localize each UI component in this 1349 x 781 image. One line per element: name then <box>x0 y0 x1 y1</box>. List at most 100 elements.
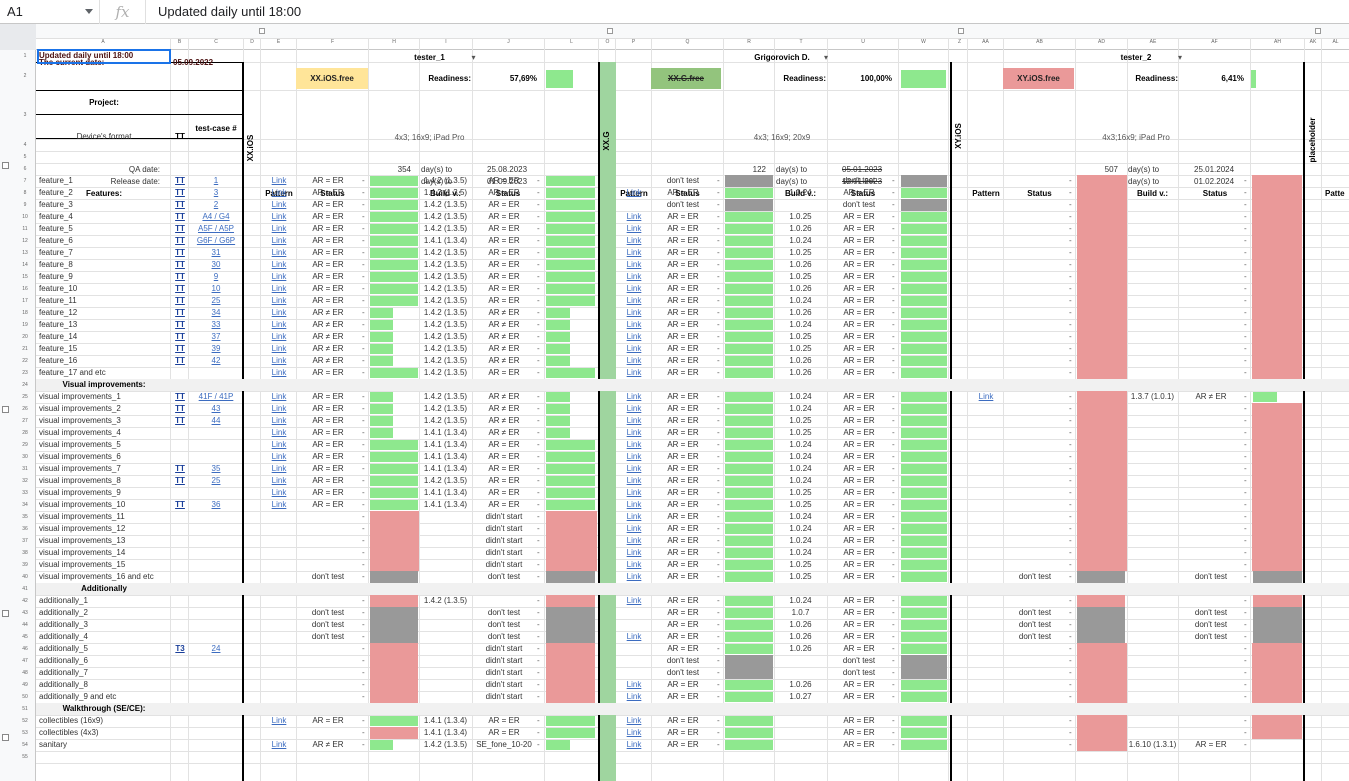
row-number[interactable]: 52 <box>14 715 36 727</box>
status-dropdown-icon[interactable]: - <box>1069 476 1075 486</box>
testcase-link[interactable]: 9 <box>189 271 243 283</box>
pattern-link[interactable]: Link <box>616 247 652 259</box>
pattern-link[interactable]: Link <box>616 679 652 691</box>
status-dropdown-icon[interactable]: - <box>717 308 723 318</box>
status2-dropdown-icon[interactable]: - <box>1244 596 1250 606</box>
column-header-AK[interactable]: AK <box>1305 38 1321 47</box>
status2-dropdown-icon[interactable]: - <box>537 356 543 366</box>
row-number[interactable]: 46 <box>14 643 36 655</box>
pattern-link[interactable]: Link <box>261 499 297 511</box>
status-dropdown-icon[interactable]: - <box>362 200 368 210</box>
status2-dropdown-icon[interactable]: - <box>892 284 898 294</box>
testcase-link[interactable]: 30 <box>189 259 243 271</box>
status2-dropdown-icon[interactable]: - <box>1244 212 1250 222</box>
row-number[interactable]: 8 <box>14 187 36 199</box>
status-dropdown-icon[interactable]: - <box>1069 296 1075 306</box>
pattern-link[interactable]: Link <box>616 559 652 571</box>
status-dropdown-icon[interactable]: - <box>362 440 368 450</box>
status2-dropdown-icon[interactable]: - <box>1244 248 1250 258</box>
status2-dropdown-icon[interactable]: - <box>892 476 898 486</box>
status-dropdown-icon[interactable]: - <box>362 248 368 258</box>
status-dropdown-icon[interactable]: - <box>1069 308 1075 318</box>
row-number[interactable]: 37 <box>14 535 36 547</box>
pattern-link[interactable]: Link <box>261 259 297 271</box>
status2-dropdown-icon[interactable]: - <box>537 536 543 546</box>
status2-dropdown-icon[interactable]: - <box>1244 320 1250 330</box>
status2-dropdown-icon[interactable]: - <box>892 272 898 282</box>
pattern-link[interactable]: Link <box>616 463 652 475</box>
row-number[interactable]: 36 <box>14 523 36 535</box>
status-dropdown-icon[interactable]: - <box>1069 692 1075 702</box>
status-dropdown-icon[interactable]: - <box>362 596 368 606</box>
tt-link[interactable]: TT <box>171 463 189 475</box>
pattern-link[interactable]: Link <box>261 271 297 283</box>
status2-dropdown-icon[interactable]: - <box>537 224 543 234</box>
chevron-down-icon[interactable] <box>85 8 93 14</box>
testcase-link[interactable]: 41F / 41P <box>189 391 243 403</box>
status-dropdown-icon[interactable]: - <box>717 344 723 354</box>
pattern-link[interactable]: Link <box>616 259 652 271</box>
status-dropdown-icon[interactable]: - <box>1069 200 1075 210</box>
pattern-link[interactable]: Link <box>261 223 297 235</box>
status-dropdown-icon[interactable]: - <box>717 272 723 282</box>
pattern-link[interactable]: Link <box>261 211 297 223</box>
row-number[interactable]: 25 <box>14 391 36 403</box>
status2-dropdown-icon[interactable]: - <box>537 188 543 198</box>
status2-dropdown-icon[interactable]: - <box>537 680 543 690</box>
status2-dropdown-icon[interactable]: - <box>1244 656 1250 666</box>
status-dropdown-icon[interactable]: - <box>717 260 723 270</box>
status-dropdown-icon[interactable]: - <box>362 344 368 354</box>
status-dropdown-icon[interactable]: - <box>1069 236 1075 246</box>
status2-dropdown-icon[interactable]: - <box>892 176 898 186</box>
status-dropdown-icon[interactable]: - <box>1069 344 1075 354</box>
status2-dropdown-icon[interactable]: - <box>1244 728 1250 738</box>
pattern-link[interactable]: Link <box>261 355 297 367</box>
pattern-link[interactable]: Link <box>261 451 297 463</box>
pattern-link[interactable]: Link <box>616 367 652 379</box>
status2-dropdown-icon[interactable]: - <box>537 524 543 534</box>
formula-input[interactable]: Updated daily until 18:00 <box>146 4 301 19</box>
status-dropdown-icon[interactable]: - <box>717 476 723 486</box>
row-number[interactable]: 50 <box>14 691 36 703</box>
pattern-link[interactable]: Link <box>261 247 297 259</box>
status2-dropdown-icon[interactable]: - <box>892 740 898 750</box>
status-dropdown-icon[interactable]: - <box>717 464 723 474</box>
status2-dropdown-icon[interactable]: - <box>1244 440 1250 450</box>
status2-dropdown-icon[interactable]: - <box>892 680 898 690</box>
row-number[interactable]: 48 <box>14 667 36 679</box>
status2-dropdown-icon[interactable]: - <box>892 572 898 582</box>
column-header-B[interactable]: B <box>171 38 188 47</box>
pattern-link[interactable]: Link <box>616 295 652 307</box>
testcase-link[interactable]: 37 <box>189 331 243 343</box>
status-dropdown-icon[interactable]: - <box>362 548 368 558</box>
status-dropdown-icon[interactable]: - <box>1069 500 1075 510</box>
status2-dropdown-icon[interactable]: - <box>892 632 898 642</box>
status2-dropdown-icon[interactable]: - <box>1244 512 1250 522</box>
status2-dropdown-icon[interactable]: - <box>892 596 898 606</box>
column-header-AB[interactable]: AB <box>1004 38 1075 47</box>
tt-link[interactable]: TT <box>171 391 189 403</box>
status-dropdown-icon[interactable]: - <box>1069 440 1075 450</box>
status2-dropdown-icon[interactable]: - <box>537 392 543 402</box>
status2-dropdown-icon[interactable]: - <box>892 608 898 618</box>
row-number[interactable]: 1 <box>14 50 36 62</box>
row-number[interactable]: 24 <box>14 379 36 391</box>
status2-dropdown-icon[interactable]: - <box>892 344 898 354</box>
status-dropdown-icon[interactable]: - <box>1069 608 1075 618</box>
name-box[interactable]: A1 <box>0 0 100 24</box>
status2-dropdown-icon[interactable]: - <box>1244 188 1250 198</box>
row-number[interactable]: 34 <box>14 499 36 511</box>
status2-dropdown-icon[interactable]: - <box>1244 224 1250 234</box>
status2-dropdown-icon[interactable]: - <box>892 248 898 258</box>
status2-dropdown-icon[interactable]: - <box>892 332 898 342</box>
status2-dropdown-icon[interactable]: - <box>1244 416 1250 426</box>
status2-dropdown-icon[interactable]: - <box>892 524 898 534</box>
status-dropdown-icon[interactable]: - <box>1069 368 1075 378</box>
column-header-AF[interactable]: AF <box>1179 38 1250 47</box>
column-header-R[interactable]: R <box>724 38 774 47</box>
status2-dropdown-icon[interactable]: - <box>537 308 543 318</box>
pattern-link[interactable]: Link <box>261 391 297 403</box>
pattern-link[interactable]: Link <box>616 691 652 703</box>
tt-link[interactable]: TT <box>171 211 189 223</box>
status2-dropdown-icon[interactable]: - <box>892 200 898 210</box>
